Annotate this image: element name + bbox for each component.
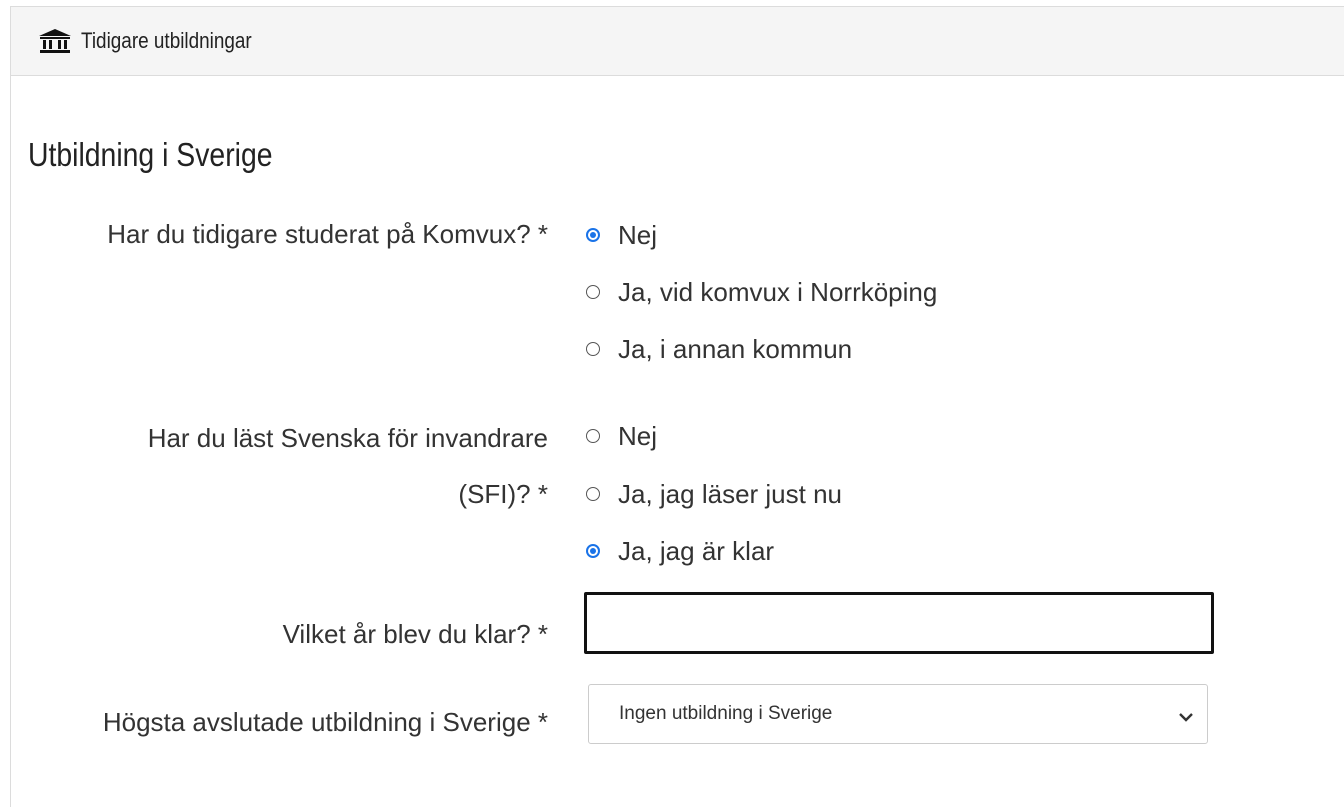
sfi-option-nej[interactable]: Nej — [586, 416, 657, 456]
radio-label: Ja, i annan kommun — [618, 333, 853, 364]
chevron-down-icon — [1179, 709, 1193, 722]
sfi-option-laser-nu[interactable]: Ja, jag läser just nu — [586, 474, 842, 514]
radio-button[interactable] — [586, 228, 600, 242]
radio-label: Ja, jag är klar — [618, 535, 775, 566]
year-label-text: Vilket år blev du klar? * — [282, 619, 548, 649]
sfi-question-label: Har du läst Svenska för invandrare (SFI)… — [148, 410, 548, 522]
radio-label: Ja, jag läser just nu — [618, 478, 843, 509]
radio-button[interactable] — [586, 487, 600, 501]
sfi-option-klar[interactable]: Ja, jag är klar — [586, 531, 774, 571]
section-title: Utbildning i Sverige — [28, 136, 273, 173]
radio-button[interactable] — [586, 429, 600, 443]
education-label-text: Högsta avslutade utbildning i Sverige * — [102, 707, 548, 737]
radio-label: Nej — [618, 219, 658, 250]
radio-button[interactable] — [586, 544, 600, 558]
institution-icon — [37, 28, 73, 54]
sfi-label-line1: Har du läst Svenska för invandrare — [147, 423, 548, 453]
komvux-option-nej[interactable]: Nej — [586, 215, 657, 255]
komvux-question-label: Har du tidigare studerat på Komvux? * — [107, 206, 548, 262]
radio-button[interactable] — [586, 285, 600, 299]
sfi-label-line2: (SFI)? * — [458, 479, 548, 509]
radio-button[interactable] — [586, 342, 600, 356]
year-question-label: Vilket år blev du klar? * — [283, 606, 548, 662]
panel-title: Tidigare utbildningar — [81, 28, 252, 53]
education-question-label: Högsta avslutade utbildning i Sverige * — [103, 694, 548, 750]
radio-label: Nej — [618, 420, 658, 451]
komvux-option-annan-kommun[interactable]: Ja, i annan kommun — [586, 329, 852, 369]
komvux-option-norrkoping[interactable]: Ja, vid komvux i Norrköping — [586, 272, 937, 312]
education-select-value: Ingen utbildning i Sverige — [619, 703, 833, 724]
radio-label: Ja, vid komvux i Norrköping — [618, 276, 938, 307]
panel-header: Tidigare utbildningar — [11, 7, 1344, 76]
year-input[interactable] — [584, 592, 1214, 654]
education-select[interactable]: Ingen utbildning i Sverige — [588, 684, 1208, 744]
komvux-label-text: Har du tidigare studerat på Komvux? * — [107, 219, 548, 249]
